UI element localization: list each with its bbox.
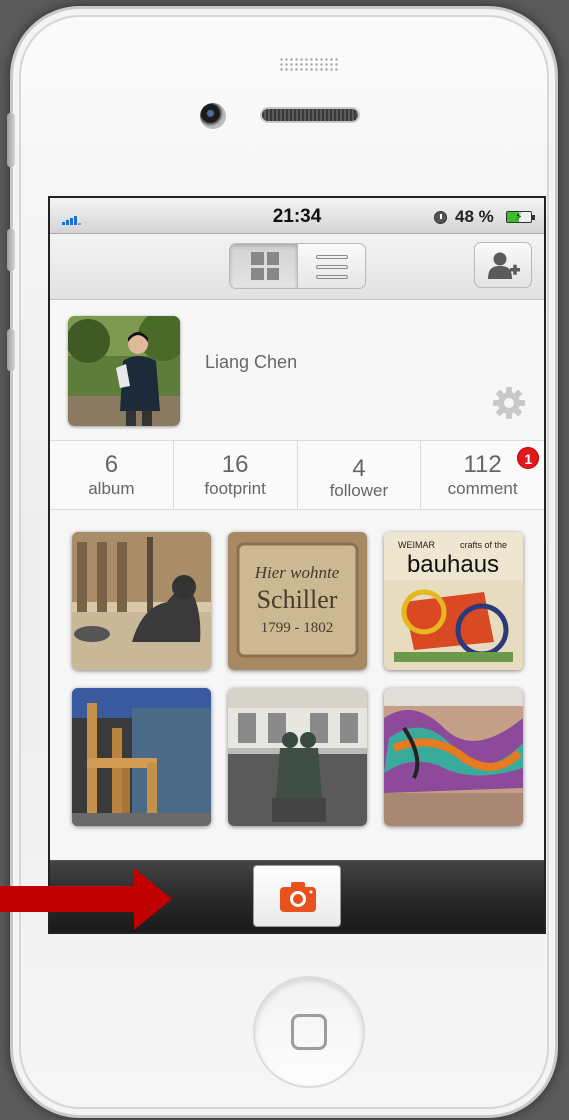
- stat-value: 4: [352, 455, 366, 482]
- photo-thumbnail[interactable]: [72, 688, 211, 826]
- grid-view-icon: [251, 252, 279, 280]
- clock-icon: [434, 211, 447, 224]
- photo-thumbnail[interactable]: [72, 532, 211, 670]
- camera-button[interactable]: [253, 865, 341, 927]
- front-camera: [200, 103, 226, 129]
- stat-follower[interactable]: 4 follower: [298, 441, 422, 509]
- stat-value: 6: [104, 451, 119, 478]
- stat-label: follower: [329, 481, 389, 500]
- home-square-icon: [291, 1014, 327, 1050]
- photo-thumbnail[interactable]: [228, 688, 367, 826]
- bauhaus-crafts-text: crafts of the: [460, 540, 507, 550]
- add-friend-button[interactable]: [474, 242, 532, 288]
- plaque-text-line1: Hier wohnte: [254, 563, 340, 582]
- earpiece-speaker: [260, 107, 360, 123]
- camera-icon: [280, 882, 316, 912]
- volume-down-button: [7, 329, 15, 371]
- photo-thumbnail[interactable]: [384, 688, 523, 826]
- battery-percent: 48 %: [455, 207, 494, 226]
- stat-value: 16: [221, 451, 249, 478]
- home-button[interactable]: [253, 976, 365, 1088]
- photo-thumbnail[interactable]: WEIMAR crafts of the bauhaus: [384, 532, 523, 670]
- stat-footprint[interactable]: 16 footprint: [174, 441, 298, 509]
- stat-label: footprint: [204, 479, 266, 498]
- status-bar: 21:34 48 % ⚡: [50, 198, 544, 234]
- view-mode-segmented-control: [229, 243, 366, 289]
- stat-label: comment: [447, 479, 518, 498]
- profile-content: Liang Chen 6 album 16 footprint 4 follow…: [50, 300, 544, 860]
- proximity-sensor: [279, 57, 339, 71]
- add-user-icon: [488, 252, 520, 279]
- list-view-icon: [316, 255, 348, 279]
- gear-icon[interactable]: [492, 386, 526, 420]
- grid-view-tab[interactable]: [230, 244, 298, 288]
- battery-charging-icon: ⚡: [506, 211, 535, 223]
- bauhaus-title-text: bauhaus: [407, 551, 499, 578]
- app-screen: 21:34 48 % ⚡ Liang Chen 6 album 16 footp…: [48, 196, 546, 934]
- profile-header: Liang Chen: [50, 300, 544, 440]
- volume-up-button: [7, 229, 15, 271]
- stats-row: 6 album 16 footprint 4 follower 112 comm…: [50, 440, 544, 510]
- top-toolbar: [50, 234, 544, 300]
- profile-name: Liang Chen: [205, 352, 298, 372]
- mute-switch: [7, 113, 15, 167]
- bauhaus-weimar-text: WEIMAR: [398, 540, 435, 550]
- plaque-text-line3: 1799 - 1802: [261, 620, 334, 636]
- stat-album[interactable]: 6 album: [50, 441, 174, 509]
- annotation-arrow: [0, 868, 172, 930]
- stat-comment[interactable]: 112 comment 1: [421, 441, 544, 509]
- photo-thumbnail[interactable]: Hier wohnte Schiller 1799 - 1802: [228, 532, 367, 670]
- avatar[interactable]: [68, 316, 180, 426]
- stat-label: album: [88, 479, 135, 498]
- plaque-text-line2: Schiller: [257, 585, 338, 614]
- photo-grid: Hier wohnte Schiller 1799 - 1802 WEIMAR …: [50, 514, 544, 854]
- list-view-tab[interactable]: [298, 244, 365, 288]
